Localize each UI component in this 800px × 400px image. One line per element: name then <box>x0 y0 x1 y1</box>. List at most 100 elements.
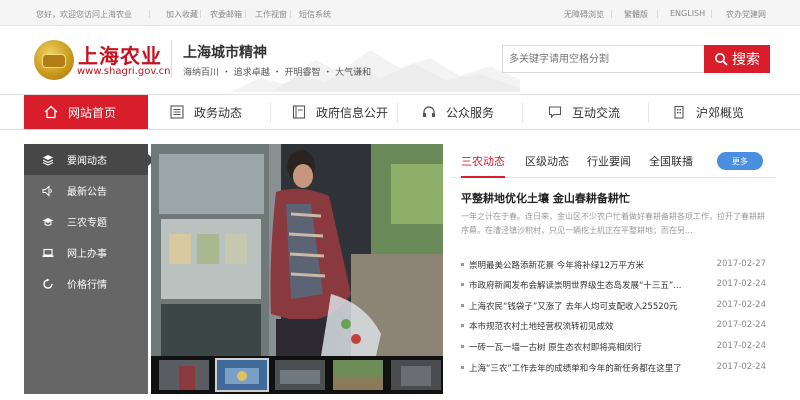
logo-emblem-icon[interactable] <box>34 40 74 80</box>
news-date: 2017-02-24 <box>716 279 766 289</box>
nav-item-label: 互动交流 <box>572 105 621 120</box>
news-title[interactable]: 崇明最美公路添新花景 今年将补绿12万平方米 <box>469 259 644 271</box>
divider <box>522 103 523 123</box>
news-date: 2017-02-24 <box>716 320 766 330</box>
divider: | <box>148 9 151 18</box>
sidebar-item-label: 三农专题 <box>67 218 107 229</box>
news-photo-slider[interactable] <box>151 144 443 356</box>
nav-item-suburbs-overview[interactable]: 沪郊概览 <box>672 95 782 129</box>
thumbnail[interactable] <box>275 360 325 390</box>
news-date: 2017-02-24 <box>716 362 766 372</box>
active-tab-underline <box>461 176 505 178</box>
news-title[interactable]: 上海“三农”工作去年的成绩单和今年的新任务都在这里了 <box>469 362 682 374</box>
sidebar-item-label: 价格行情 <box>67 280 107 291</box>
sidebar-item-prices[interactable]: 价格行情 <box>24 268 148 299</box>
tab-district-news[interactable]: 区级动态 <box>525 153 569 169</box>
thumbnail[interactable] <box>215 358 269 392</box>
featured-news-photo <box>151 144 443 356</box>
list-item[interactable]: 上海农民“钱袋子”又涨了 去年人均可支配收入25520元 2017-02-24 <box>461 295 766 315</box>
nav-item-public-service[interactable]: 公众服务 <box>422 95 532 129</box>
sidebar-item-announcements[interactable]: 最新公告 <box>24 175 148 206</box>
divider <box>171 40 172 78</box>
news-title[interactable]: 本市规范农村土地经营权流转初见成效 <box>469 320 614 332</box>
mailbox-link[interactable]: 农委邮箱 <box>210 9 242 20</box>
tab-industry-news[interactable]: 行业要闻 <box>587 153 631 169</box>
news-title[interactable]: 上海农民“钱袋子”又涨了 去年人均可支配收入25520元 <box>469 300 678 312</box>
logo-title[interactable]: 上海农业 <box>78 40 162 69</box>
list-item[interactable]: 一砖一瓦一墙一古树 原生态农村即将亮相闵行 2017-02-24 <box>461 336 766 356</box>
nav-item-label: 政府信息公开 <box>316 105 389 120</box>
tab-national-news[interactable]: 全国联播 <box>649 153 693 169</box>
news-title[interactable]: 市政府新闻发布会解读崇明世界级生态岛发展“十三五”... <box>469 279 681 291</box>
sidebar-item-agriculture-topics[interactable]: 三农专题 <box>24 206 148 237</box>
logo-url: www.shagri.gov.cn <box>77 66 171 77</box>
nav-item-label: 沪郊概览 <box>696 105 745 120</box>
list-item[interactable]: 上海“三农”工作去年的成绩单和今年的新任务都在这里了 2017-02-24 <box>461 357 766 377</box>
divider: | <box>610 9 613 18</box>
news-date: 2017-02-27 <box>716 259 766 269</box>
layers-icon <box>42 154 54 166</box>
sidebar: 要闻动态 最新公告 三农专题 网上办事 价格行情 <box>24 144 154 394</box>
traditional-chinese-link[interactable]: 繁體版 <box>624 9 648 20</box>
thumbnail[interactable] <box>159 360 209 390</box>
divider <box>648 103 649 123</box>
chat-icon <box>548 105 562 119</box>
search-button-label: 搜索 <box>732 51 760 67</box>
nav-item-home[interactable]: 网站首页 <box>24 95 148 129</box>
news-panel: 三农动态 区级动态 行业要闻 全国联播 更多 平整耕地优化土壤 金山春耕备耕忙 … <box>451 144 776 394</box>
list-icon <box>170 105 184 119</box>
work-window-link[interactable]: 工作视窗 <box>255 9 287 20</box>
bullet <box>461 283 464 286</box>
bullet <box>461 324 464 327</box>
headset-icon <box>422 105 436 119</box>
headline-link[interactable]: 平整耕地优化土壤 金山春耕备耕忙 <box>461 190 630 206</box>
mountain-watermark <box>230 50 520 92</box>
thumbnail-strip <box>151 356 443 394</box>
tab-agriculture-news[interactable]: 三农动态 <box>461 153 505 169</box>
divider: | <box>710 9 713 18</box>
thumbnail[interactable] <box>391 360 441 390</box>
news-date: 2017-02-24 <box>716 341 766 351</box>
divider: | <box>656 9 659 18</box>
welcome-text: 您好，欢迎您访问上海农业 <box>36 10 132 19</box>
news-tabs: 三农动态 区级动态 行业要闻 全国联播 更多 <box>451 144 776 178</box>
nav-item-info-disclosure[interactable]: 政府信息公开 <box>292 95 407 129</box>
nav-item-government-news[interactable]: 政务动态 <box>170 95 280 129</box>
list-item[interactable]: 市政府新闻发布会解读崇明世界级生态岛发展“十三五”... 2017-02-24 <box>461 274 766 294</box>
english-link[interactable]: ENGLISH <box>670 9 705 18</box>
sms-system-link[interactable]: 短信系统 <box>299 9 331 20</box>
more-button[interactable]: 更多 <box>717 152 763 170</box>
list-item[interactable]: 本市规范农村土地经营权流转初见成效 2017-02-24 <box>461 315 766 335</box>
news-title[interactable]: 一砖一瓦一墙一古树 原生态农村即将亮相闵行 <box>469 341 642 353</box>
thumbnail[interactable] <box>333 360 383 390</box>
building-icon <box>672 105 686 119</box>
search-button[interactable]: 搜索 <box>704 45 770 73</box>
divider: | <box>244 9 247 18</box>
nav-item-interaction[interactable]: 互动交流 <box>548 95 658 129</box>
sidebar-item-label: 网上办事 <box>67 249 107 260</box>
sidebar-item-label: 要闻动态 <box>67 156 107 167</box>
list-item[interactable]: 崇明最美公路添新花景 今年将补绿12万平方米 2017-02-27 <box>461 254 766 274</box>
bullet <box>461 263 464 266</box>
laptop-icon <box>42 247 54 259</box>
divider: | <box>289 9 292 18</box>
bullet <box>461 366 464 369</box>
book-icon <box>292 105 306 119</box>
divider: | <box>199 9 202 18</box>
news-date: 2017-02-24 <box>716 300 766 310</box>
nav-item-label: 政务动态 <box>194 105 243 120</box>
city-spirit-motto: 海纳百川 ・ 追求卓越 ・ 开明睿智 ・ 大气谦和 <box>183 68 372 78</box>
add-favorite-link[interactable]: 加入收藏 <box>166 9 198 20</box>
sidebar-item-online-services[interactable]: 网上办事 <box>24 237 148 268</box>
search-icon <box>715 53 728 66</box>
search-input[interactable] <box>502 45 705 73</box>
bullet <box>461 304 464 307</box>
party-building-link[interactable]: 农办党建网 <box>726 9 766 20</box>
speaker-icon <box>42 184 54 197</box>
sidebar-item-label: 最新公告 <box>67 187 107 198</box>
sidebar-item-key-news[interactable]: 要闻动态 <box>24 144 154 175</box>
top-bar: 您好，欢迎您访问上海农业 | 加入收藏 | 农委邮箱 | 工作视窗 | 短信系统… <box>0 0 800 26</box>
accessibility-link[interactable]: 无障碍浏览 <box>564 9 604 20</box>
refresh-icon <box>42 278 54 290</box>
divider <box>397 103 398 123</box>
